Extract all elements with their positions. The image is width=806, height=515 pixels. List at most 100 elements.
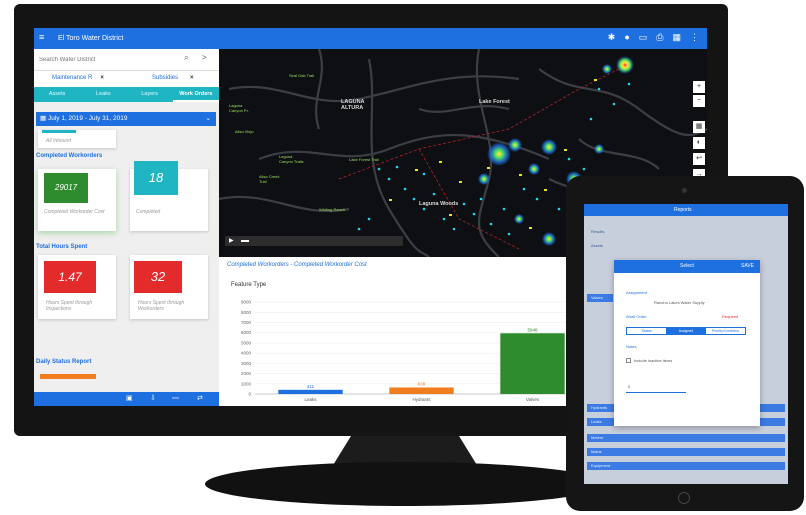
- kpi-caption: Hours Spent through Inspections: [46, 300, 93, 312]
- kpi-card-completed[interactable]: 18 Completed: [130, 161, 208, 231]
- kpi-caption: Completed: [136, 209, 161, 215]
- y-tick-label: 7000: [241, 320, 252, 325]
- dialog-save-button[interactable]: SAVE: [741, 260, 754, 273]
- filter-chip-subsidies[interactable]: Subsidies ×: [152, 75, 194, 81]
- tab-leaks[interactable]: Leaks: [80, 87, 126, 102]
- kpi-card-inbound[interactable]: All Inbound: [38, 130, 116, 148]
- field-label: Work Order: [626, 314, 647, 319]
- kpi-tile-value: 32: [134, 261, 182, 293]
- filter-chip-label: Subsidies: [152, 75, 179, 81]
- tablet-camera: [682, 188, 687, 193]
- star-icon[interactable]: ✱: [608, 32, 616, 43]
- map-trail-label: Laguna Canyon Trails: [279, 154, 304, 164]
- field-value[interactable]: Rancho Lakes Water Supply: [654, 300, 705, 305]
- filter-chip-maintenance[interactable]: Maintenance R ×: [52, 75, 104, 81]
- dialog-header: Select SAVE: [614, 260, 760, 273]
- tablet-row[interactable]: Valves: [587, 294, 613, 302]
- map-trail-label: Aliso Creek Trail: [259, 174, 280, 184]
- layout-icon[interactable]: ▬: [172, 394, 179, 401]
- segment-assigned[interactable]: Assigned: [666, 328, 706, 334]
- layers-icon[interactable]: ◐: [693, 137, 705, 149]
- save-icon[interactable]: ▣: [126, 394, 133, 402]
- dashboard-sidebar: ⌕ > Maintenance R × Subsidies × Assets Lea…: [34, 49, 219, 406]
- x-tick-label: Hydrants: [412, 397, 431, 402]
- window-icon[interactable]: ▭: [639, 32, 648, 43]
- bar-value-label: 5948: [527, 327, 538, 332]
- segment-priority[interactable]: Priority/Condition: [706, 328, 745, 334]
- search-input[interactable]: [39, 53, 179, 67]
- profile-icon[interactable]: ●: [624, 32, 629, 43]
- tab-layers[interactable]: Layers: [127, 87, 173, 102]
- marketing-stage: ≡ El Toro Water District ✱ ● ▭ ⎙ ▦ ⋮ ⌕ >…: [0, 0, 806, 515]
- x-tick-label: Valves: [526, 397, 540, 402]
- input-underline: [626, 392, 686, 393]
- tablet-row[interactable]: Results: [587, 228, 785, 236]
- zoom-in-icon[interactable]: +: [693, 81, 705, 93]
- calendar-icon: ▦: [40, 115, 47, 122]
- tablet-row[interactable]: Equipment: [587, 462, 785, 470]
- y-tick-label: 3000: [241, 361, 252, 366]
- chart-bar: [500, 333, 565, 394]
- app-title: El Toro Water District: [58, 35, 124, 42]
- tablet-row[interactable]: Meters: [587, 434, 785, 442]
- hamburger-menu-icon[interactable]: ≡: [39, 33, 44, 42]
- tablet-screen: Reports Results Assets Valves Hydrants L…: [584, 204, 788, 484]
- kpi-tile-value: 18: [134, 161, 178, 195]
- kpi-caption: Hours Spent through Workorders: [138, 300, 185, 312]
- y-tick-label: 4000: [241, 351, 252, 356]
- map-trail-label: Lake Forest Trail: [349, 157, 379, 162]
- map-trail-label: Seal Oak Trail: [289, 73, 315, 78]
- tablet-app-title: Reports: [674, 207, 692, 213]
- kpi-card-hours-workorders[interactable]: 32 Hours Spent through Workorders: [130, 255, 208, 319]
- zoom-out-icon[interactable]: −: [693, 95, 705, 107]
- segment-status[interactable]: Status: [627, 328, 666, 334]
- date-range-picker[interactable]: ▦ July 1, 2019 - July 31, 2019 ⌄: [36, 112, 216, 126]
- print-icon[interactable]: ⎙: [656, 32, 663, 43]
- y-tick-label: 6000: [241, 330, 252, 335]
- kpi-card-workorder-cost[interactable]: 29017 Completed Workorder Cost: [38, 169, 116, 231]
- app-toolbar: ✱ ● ▭ ⎙ ▦ ⋮: [608, 32, 699, 43]
- bar-value-label: 411: [307, 384, 315, 389]
- play-icon[interactable]: ▶: [229, 237, 234, 244]
- tab-work-orders[interactable]: Work Orders: [172, 87, 219, 102]
- y-tick-label: 2000: [241, 371, 252, 376]
- filter-chip-label: Maintenance R: [52, 75, 93, 81]
- map-place-label: Laguna Woods: [419, 201, 459, 207]
- section-title-completed: Completed Workorders: [36, 153, 103, 159]
- tablet-row[interactable]: Mains: [587, 448, 785, 456]
- map-place-label: LAGUNA ALTURA: [341, 99, 365, 111]
- section-title-daily-status: Daily Status Report: [36, 359, 92, 365]
- undo-icon[interactable]: ↩: [693, 153, 705, 165]
- share-icon[interactable]: ⇄: [197, 394, 203, 402]
- more-vert-icon[interactable]: ⋮: [690, 32, 699, 43]
- tablet-row[interactable]: Assets: [587, 242, 785, 250]
- include-inactive-checkbox[interactable]: [626, 358, 631, 363]
- category-tabs: Assets Leaks Layers Work Orders: [34, 87, 219, 102]
- map-place-label: Lake Forest: [479, 99, 510, 105]
- kpi-tile-value: 1.47: [44, 261, 96, 293]
- field-label: Notes: [626, 344, 637, 349]
- tablet-app-bar: Reports: [584, 204, 788, 216]
- y-tick-label: 1000: [241, 381, 252, 386]
- close-icon[interactable]: ×: [190, 75, 194, 81]
- kpi-caption: Completed Workorder Cost: [44, 209, 105, 215]
- close-icon[interactable]: ×: [100, 75, 104, 81]
- timeline-player[interactable]: ▶: [225, 236, 403, 246]
- grid-icon[interactable]: ▦: [672, 32, 681, 43]
- tablet-home-button[interactable]: [678, 492, 690, 504]
- monitor-foot: [205, 462, 605, 506]
- checkbox-label: Include inactive items: [634, 358, 673, 363]
- date-range-label: July 1, 2019 - July 31, 2019: [47, 115, 128, 122]
- chevron-right-icon[interactable]: >: [202, 53, 207, 62]
- basemap-icon[interactable]: ▦: [693, 121, 705, 133]
- download-icon[interactable]: ⇩: [150, 394, 156, 402]
- kpi-tile-value: 29017: [44, 173, 88, 203]
- kpi-card-hours-inspections[interactable]: 1.47 Hours Spent through Inspections: [38, 255, 116, 319]
- map-trail-label: Aliso Viejo: [235, 129, 254, 134]
- filter-chips: Maintenance R × Subsidies ×: [34, 71, 219, 87]
- notes-value[interactable]: 0: [628, 384, 630, 389]
- chevron-down-icon: ⌄: [205, 115, 211, 122]
- tab-assets[interactable]: Assets: [34, 87, 80, 102]
- search-icon[interactable]: ⌕: [184, 53, 188, 63]
- chart-bar: [389, 387, 454, 394]
